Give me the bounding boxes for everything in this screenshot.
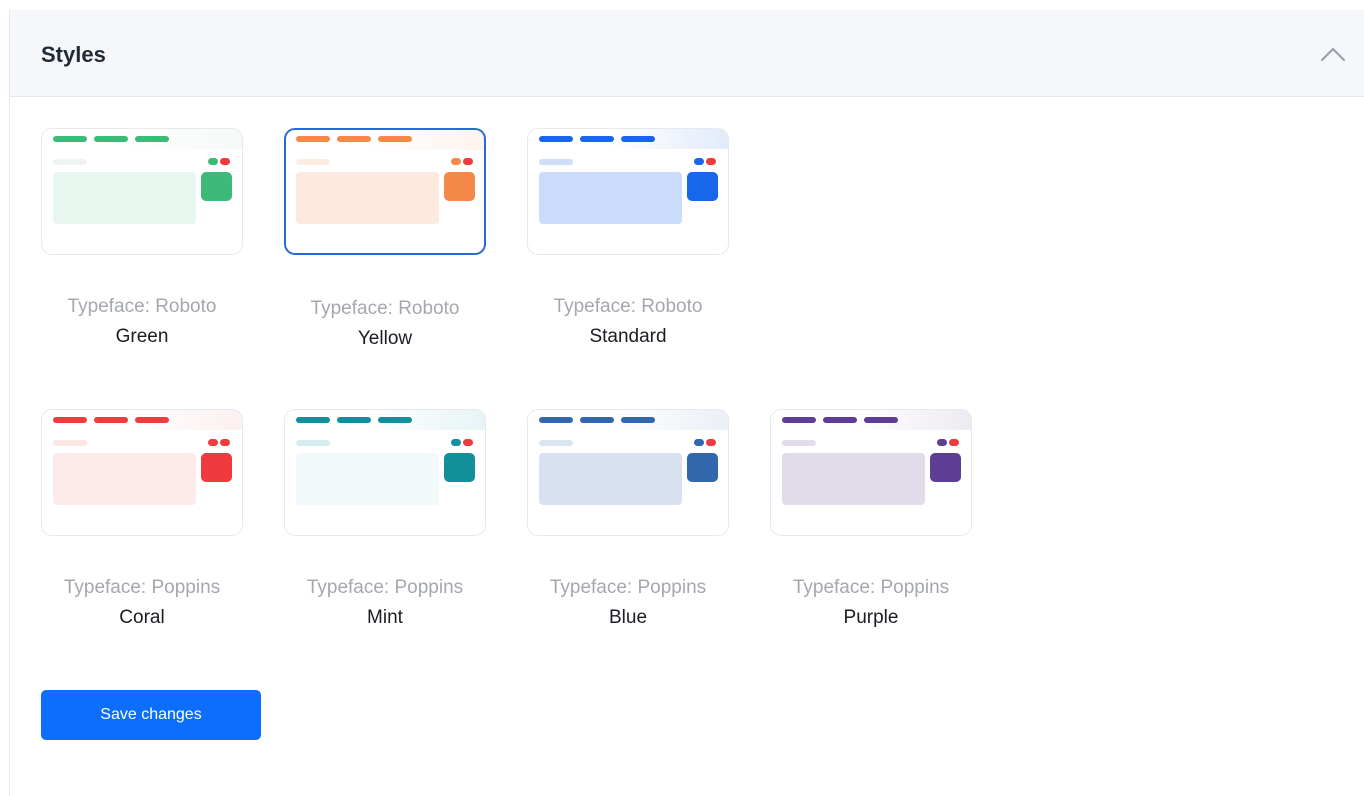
preview-content-block (53, 453, 196, 505)
style-name-label: Purple (843, 607, 899, 628)
preview-accent-block (930, 453, 961, 482)
style-option-yellow[interactable]: Typeface: Roboto Yellow (284, 128, 486, 349)
style-typeface-label: Typeface: Poppins (549, 577, 707, 598)
preview-content-block (539, 172, 682, 224)
chevron-up-icon[interactable] (1316, 38, 1350, 72)
preview-sub-line (539, 440, 573, 446)
style-option-purple[interactable]: Typeface: Poppins Purple (770, 409, 972, 628)
preview-nav-line (823, 417, 857, 423)
style-name-label: Blue (608, 607, 648, 628)
preview-dot (208, 439, 218, 446)
panel-title: Styles (41, 42, 106, 67)
preview-dot (694, 439, 704, 446)
style-option-green[interactable]: Typeface: Roboto Green (41, 128, 243, 347)
style-name-label: Mint (367, 607, 403, 628)
style-option-coral[interactable]: Typeface: Poppins Coral (41, 409, 243, 628)
style-option-standard[interactable]: Typeface: Roboto Standard (527, 128, 729, 347)
style-typeface-label: Typeface: Poppins (306, 577, 464, 598)
style-name-label: Coral (119, 607, 165, 628)
preview-nav-line (580, 417, 614, 423)
preview-nav-line (621, 417, 655, 423)
panel-header[interactable]: Styles (10, 10, 1364, 97)
preview-nav-line (539, 136, 573, 142)
preview-dot (463, 439, 473, 446)
style-name-label: Green (115, 326, 169, 347)
preview-nav-line (782, 417, 816, 423)
style-typeface-label: Typeface: Poppins (63, 577, 221, 598)
preview-dot (949, 439, 959, 446)
style-preview-thumbnail[interactable] (527, 128, 729, 255)
style-name-label: Yellow (357, 328, 413, 349)
preview-dot (937, 439, 947, 446)
style-preview-thumbnail[interactable] (284, 128, 486, 255)
style-option-blue[interactable]: Typeface: Poppins Blue (527, 409, 729, 628)
style-option-mint[interactable]: Typeface: Poppins Mint (284, 409, 486, 628)
style-typeface-label: Typeface: Roboto (67, 296, 217, 317)
preview-nav-line (580, 136, 614, 142)
preview-nav-line (864, 417, 898, 423)
preview-nav-line (378, 417, 412, 423)
style-name-label: Standard (589, 326, 667, 347)
preview-dot (463, 158, 473, 165)
preview-dot (220, 439, 230, 446)
preview-content-block (539, 453, 682, 505)
preview-nav-line (337, 417, 371, 423)
preview-accent-block (687, 453, 718, 482)
preview-dot (451, 158, 461, 165)
style-typeface-label: Typeface: Roboto (553, 296, 703, 317)
style-preview-thumbnail[interactable] (41, 409, 243, 536)
preview-nav-line (621, 136, 655, 142)
preview-nav-line (337, 136, 371, 142)
style-typeface-label: Typeface: Roboto (310, 298, 460, 319)
style-preview-thumbnail[interactable] (41, 128, 243, 255)
preview-dot (706, 158, 716, 165)
preview-nav-line (539, 417, 573, 423)
preview-accent-block (444, 172, 475, 201)
preview-dot (451, 439, 461, 446)
preview-sub-line (296, 159, 330, 165)
preview-dot (706, 439, 716, 446)
preview-accent-block (687, 172, 718, 201)
preview-sub-line (296, 440, 330, 446)
preview-nav-line (135, 136, 169, 142)
preview-accent-block (201, 453, 232, 482)
preview-nav-line (53, 136, 87, 142)
preview-content-block (296, 453, 439, 505)
preview-sub-line (782, 440, 816, 446)
save-changes-button[interactable]: Save changes (41, 690, 261, 740)
preview-sub-line (53, 159, 87, 165)
style-typeface-label: Typeface: Poppins (792, 577, 950, 598)
preview-nav-line (135, 417, 169, 423)
preview-nav-line (53, 417, 87, 423)
preview-accent-block (444, 453, 475, 482)
preview-accent-block (201, 172, 232, 201)
preview-dot (694, 158, 704, 165)
preview-nav-line (94, 136, 128, 142)
preview-sub-line (539, 159, 573, 165)
preview-content-block (296, 172, 439, 224)
style-preview-thumbnail[interactable] (770, 409, 972, 536)
preview-dot (220, 158, 230, 165)
preview-content-block (53, 172, 196, 224)
preview-nav-line (296, 417, 330, 423)
preview-content-block (782, 453, 925, 505)
preview-sub-line (53, 440, 87, 446)
preview-nav-line (94, 417, 128, 423)
preview-nav-line (378, 136, 412, 142)
preview-nav-line (296, 136, 330, 142)
style-preview-thumbnail[interactable] (527, 409, 729, 536)
preview-dot (208, 158, 218, 165)
style-preview-thumbnail[interactable] (284, 409, 486, 536)
